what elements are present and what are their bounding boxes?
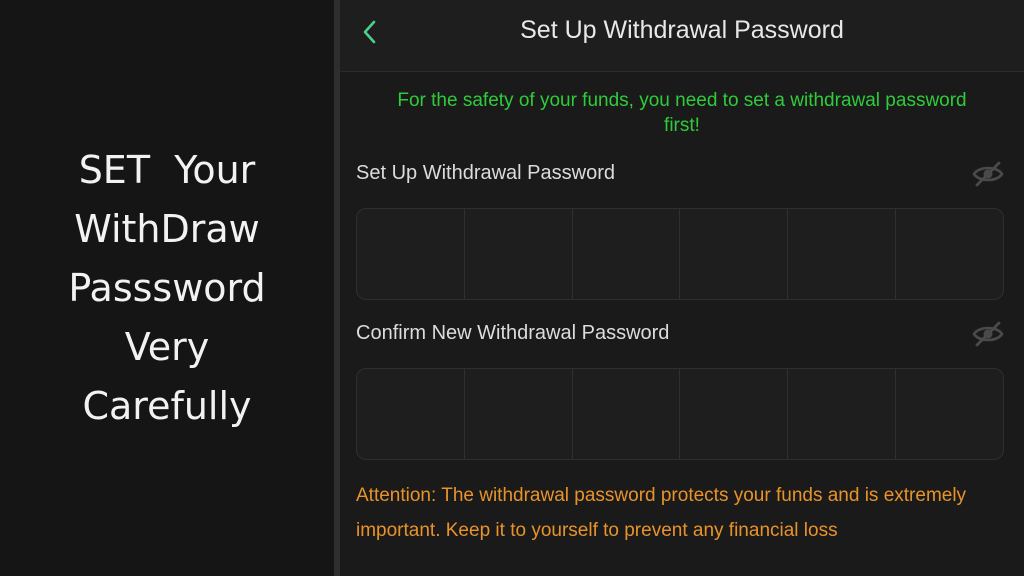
caption-panel: SET Your WithDraw Passsword Very Careful…: [0, 0, 334, 576]
pin-digit-cell[interactable]: [680, 209, 789, 299]
confirm-password-input[interactable]: [356, 368, 1004, 460]
pin-digit-cell[interactable]: [573, 369, 681, 459]
password-field-label: Set Up Withdrawal Password: [356, 162, 615, 184]
top-bar: Set Up Withdrawal Password: [340, 0, 1024, 72]
pin-digit-cell[interactable]: [896, 369, 1003, 459]
pin-digit-cell[interactable]: [788, 209, 897, 299]
pin-digit-cell[interactable]: [896, 209, 1003, 299]
page-title: Set Up Withdrawal Password: [520, 16, 844, 44]
eye-off-icon: [972, 321, 1004, 347]
caption-line: WithDraw: [74, 206, 260, 251]
toggle-visibility-button[interactable]: [970, 319, 1006, 349]
pin-digit-cell[interactable]: [465, 369, 573, 459]
password-input[interactable]: [356, 208, 1004, 300]
caption-line: Carefully: [82, 383, 252, 428]
caption-text: SET Your WithDraw Passsword Very Careful…: [17, 141, 317, 436]
pin-digit-cell[interactable]: [573, 209, 681, 299]
attention-warning: Attention: The withdrawal password prote…: [356, 485, 967, 541]
confirm-password-field-label: Confirm New Withdrawal Password: [356, 322, 670, 344]
caption-line: Very: [124, 324, 210, 369]
pin-digit-cell[interactable]: [680, 369, 789, 459]
caption-line: Passsword: [68, 265, 266, 310]
eye-off-icon: [972, 161, 1004, 187]
pin-digit-cell[interactable]: [465, 209, 573, 299]
safety-notice: For the safety of your funds, you need t…: [397, 90, 967, 136]
pin-digit-cell[interactable]: [357, 369, 465, 459]
toggle-visibility-button[interactable]: [970, 159, 1006, 189]
pin-digit-cell[interactable]: [357, 209, 465, 299]
pin-digit-cell[interactable]: [788, 369, 897, 459]
withdrawal-password-screen: Set Up Withdrawal Password For the safet…: [340, 0, 1024, 576]
caption-line: SET Your: [78, 147, 256, 192]
